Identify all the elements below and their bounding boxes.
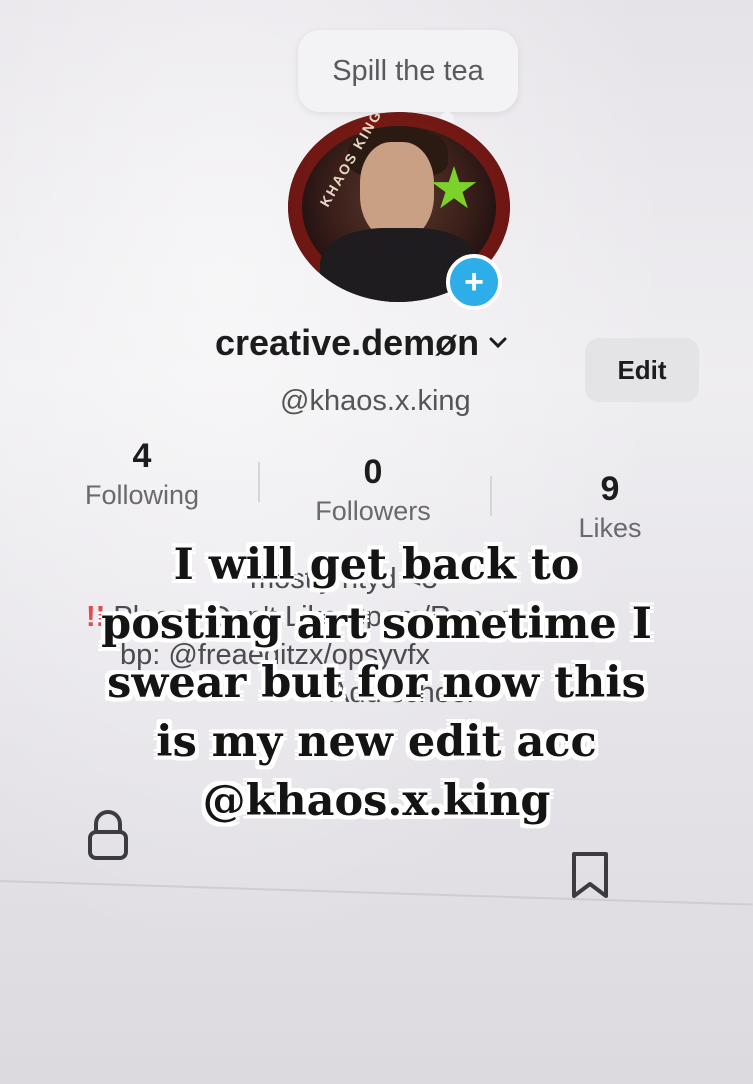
followers-label: Followers xyxy=(315,496,431,526)
caption-line: posting art sometime I xyxy=(101,599,652,649)
likes-stat[interactable]: 9 Likes xyxy=(550,470,670,544)
following-label: Following xyxy=(84,480,200,510)
display-name: creative.demøn xyxy=(215,322,480,363)
plus-icon: + xyxy=(464,263,484,301)
chevron-down-icon xyxy=(489,332,507,355)
following-count: 4 xyxy=(132,437,152,475)
following-stat[interactable]: 4 Following xyxy=(72,437,212,511)
caption-line: is my new edit acc xyxy=(156,717,597,767)
spill-the-tea-bubble[interactable]: Spill the tea xyxy=(298,30,518,112)
username-switcher[interactable]: creative.demøn xyxy=(215,322,507,364)
caption-line: swear but for now this xyxy=(107,658,646,708)
add-avatar-button[interactable]: + xyxy=(446,254,502,310)
avatar-face xyxy=(360,142,434,240)
edit-profile-button[interactable]: Edit xyxy=(585,338,699,402)
likes-count: 9 xyxy=(600,470,620,508)
followers-count: 0 xyxy=(363,453,383,491)
caption-line: @khaos.x.king xyxy=(202,776,551,826)
stats-divider xyxy=(490,476,492,516)
bubble-text: Spill the tea xyxy=(332,54,484,87)
caption-line: I will get back to xyxy=(173,540,580,590)
star-icon: ★ xyxy=(428,156,480,221)
video-caption-overlay: I will get back to posting art sometime … xyxy=(40,536,713,831)
stats-divider xyxy=(258,462,260,502)
profile-handle: @khaos.x.king xyxy=(280,385,471,417)
bookmark-icon[interactable] xyxy=(570,850,610,905)
followers-stat[interactable]: 0 Followers xyxy=(303,453,443,527)
tab-divider xyxy=(0,880,753,906)
